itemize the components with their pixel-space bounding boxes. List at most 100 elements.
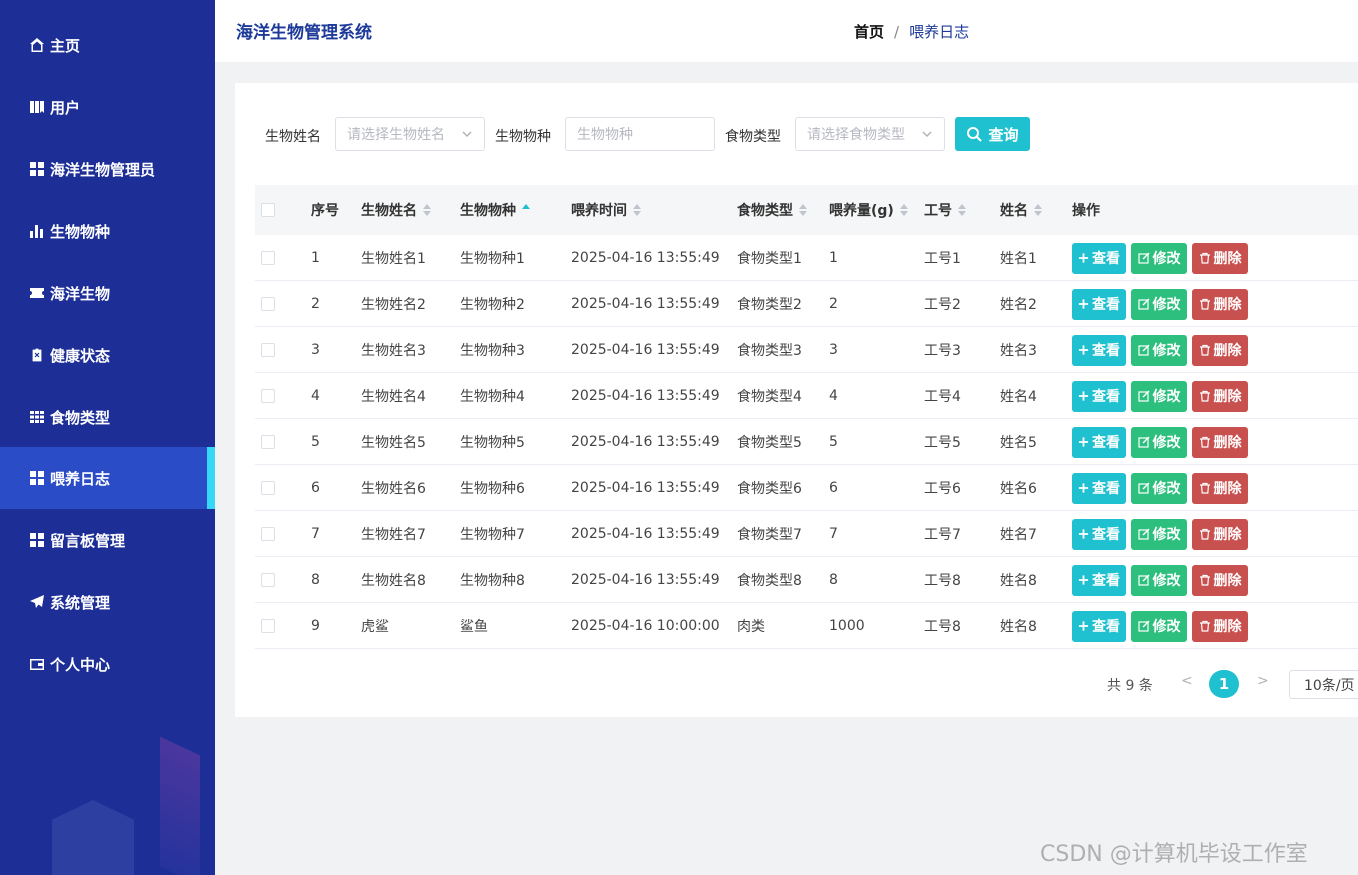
species-input[interactable]: 生物物种: [565, 117, 715, 151]
edit-button[interactable]: 修改: [1131, 242, 1187, 274]
sidebar-item-label: 海洋生物管理员: [50, 160, 156, 179]
row-checkbox[interactable]: [261, 373, 275, 419]
edit-button[interactable]: 修改: [1131, 564, 1187, 596]
pagination-next-button[interactable]: >: [1257, 673, 1269, 689]
name-select[interactable]: 请选择生物姓名: [335, 117, 485, 151]
delete-button[interactable]: 删除: [1192, 610, 1248, 642]
view-button[interactable]: 查看: [1072, 472, 1126, 504]
header-staff-name[interactable]: 姓名: [1000, 185, 1042, 235]
delete-button-label: 删除: [1213, 389, 1242, 405]
sidebar-item-2[interactable]: 用户: [0, 76, 215, 138]
plus-icon: [1078, 575, 1089, 585]
plus-icon: [1078, 529, 1089, 539]
edit-button[interactable]: 修改: [1131, 518, 1187, 550]
cell-index: 8: [311, 572, 320, 588]
row-checkbox[interactable]: [261, 557, 275, 603]
cell-staff-no: 工号8: [924, 573, 961, 589]
header-name[interactable]: 生物姓名: [361, 185, 431, 235]
edit-button[interactable]: 修改: [1131, 380, 1187, 412]
breadcrumb-home[interactable]: 首页: [854, 21, 884, 42]
sidebar-item-8[interactable]: 喂养日志: [0, 447, 215, 509]
sidebar-item-1[interactable]: 主页: [0, 14, 215, 76]
view-button[interactable]: 查看: [1072, 426, 1126, 458]
row-actions: 查看 修改 删除: [1072, 603, 1248, 649]
view-button[interactable]: 查看: [1072, 242, 1126, 274]
header-food[interactable]: 食物类型: [737, 185, 807, 235]
cell-time: 2025-04-16 13:55:49: [571, 296, 720, 312]
table-row: 2 生物姓名2 生物物种2 2025-04-16 13:55:49 食物类型2 2 工号2 姓…: [255, 281, 1358, 327]
plus-icon: [1078, 253, 1089, 263]
cell-amount: 2: [829, 296, 838, 312]
sort-icon[interactable]: [522, 204, 530, 216]
delete-button[interactable]: 删除: [1192, 288, 1248, 320]
edit-button-label: 修改: [1152, 619, 1181, 635]
edit-button[interactable]: 修改: [1131, 288, 1187, 320]
sort-icon[interactable]: [799, 204, 807, 216]
pagination-prev-button[interactable]: <: [1181, 673, 1193, 689]
row-checkbox[interactable]: [261, 235, 275, 281]
row-checkbox[interactable]: [261, 419, 275, 465]
edit-button-label: 修改: [1152, 435, 1181, 451]
view-button[interactable]: 查看: [1072, 380, 1126, 412]
view-button[interactable]: 查看: [1072, 518, 1126, 550]
delete-button[interactable]: 删除: [1192, 518, 1248, 550]
cell-food: 食物类型1: [737, 251, 802, 267]
sidebar-item-4[interactable]: 生物物种: [0, 200, 215, 262]
delete-button[interactable]: 删除: [1192, 472, 1248, 504]
header-index: 序号: [311, 203, 339, 219]
delete-button[interactable]: 删除: [1192, 426, 1248, 458]
sort-icon[interactable]: [633, 204, 641, 216]
sidebar-item-3[interactable]: 海洋生物管理员: [0, 138, 215, 200]
query-button[interactable]: 查询: [955, 117, 1030, 151]
delete-button[interactable]: 删除: [1192, 242, 1248, 274]
edit-button-label: 修改: [1152, 297, 1181, 313]
food-select[interactable]: 请选择食物类型: [795, 117, 945, 151]
header-species[interactable]: 生物物种: [460, 185, 530, 235]
page-size-select[interactable]: 10条/页: [1289, 670, 1358, 699]
view-button[interactable]: 查看: [1072, 564, 1126, 596]
grid-icon: [28, 160, 46, 178]
plus-icon: [1078, 345, 1089, 355]
edit-icon: [1137, 298, 1150, 310]
edit-button[interactable]: 修改: [1131, 472, 1187, 504]
view-button[interactable]: 查看: [1072, 610, 1126, 642]
header-time[interactable]: 喂养时间: [571, 185, 641, 235]
search-icon: [967, 127, 983, 142]
cell-food: 食物类型8: [737, 573, 802, 589]
delete-button-label: 删除: [1213, 343, 1242, 359]
trash-icon: [1199, 344, 1210, 356]
table-body: 1 生物姓名1 生物物种1 2025-04-16 13:55:49 食物类型1 1 工号1 姓…: [255, 235, 1358, 649]
header-staff-no[interactable]: 工号: [924, 185, 966, 235]
sidebar-item-11[interactable]: 个人中心: [0, 633, 215, 695]
sidebar-item-label: 海洋生物: [50, 284, 111, 303]
sidebar-item-10[interactable]: 系统管理: [0, 571, 215, 633]
row-checkbox[interactable]: [261, 327, 275, 373]
sidebar-item-5[interactable]: 海洋生物: [0, 262, 215, 324]
sidebar-item-7[interactable]: 食物类型: [0, 386, 215, 448]
header-amount[interactable]: 喂养量(g): [829, 185, 908, 235]
sort-icon[interactable]: [1034, 204, 1042, 216]
view-button[interactable]: 查看: [1072, 334, 1126, 366]
edit-button[interactable]: 修改: [1131, 610, 1187, 642]
sort-icon[interactable]: [958, 204, 966, 216]
row-checkbox[interactable]: [261, 465, 275, 511]
sidebar-item-label: 个人中心: [50, 655, 111, 674]
sidebar-item-6[interactable]: 健康状态: [0, 324, 215, 386]
header-amount-label: 喂养量(g): [829, 203, 894, 219]
row-checkbox[interactable]: [261, 281, 275, 327]
select-all-checkbox[interactable]: [261, 185, 275, 235]
cell-amount: 4: [829, 388, 838, 404]
header-time-label: 喂养时间: [571, 203, 627, 219]
pagination-page-button[interactable]: 1: [1209, 670, 1239, 698]
view-button[interactable]: 查看: [1072, 288, 1126, 320]
row-checkbox[interactable]: [261, 511, 275, 557]
sort-icon[interactable]: [899, 204, 908, 216]
delete-button[interactable]: 删除: [1192, 564, 1248, 596]
edit-button[interactable]: 修改: [1131, 334, 1187, 366]
edit-button[interactable]: 修改: [1131, 426, 1187, 458]
row-checkbox[interactable]: [261, 603, 275, 649]
delete-button[interactable]: 删除: [1192, 334, 1248, 366]
sort-icon[interactable]: [423, 204, 431, 216]
sidebar-item-9[interactable]: 留言板管理: [0, 509, 215, 571]
delete-button[interactable]: 删除: [1192, 380, 1248, 412]
